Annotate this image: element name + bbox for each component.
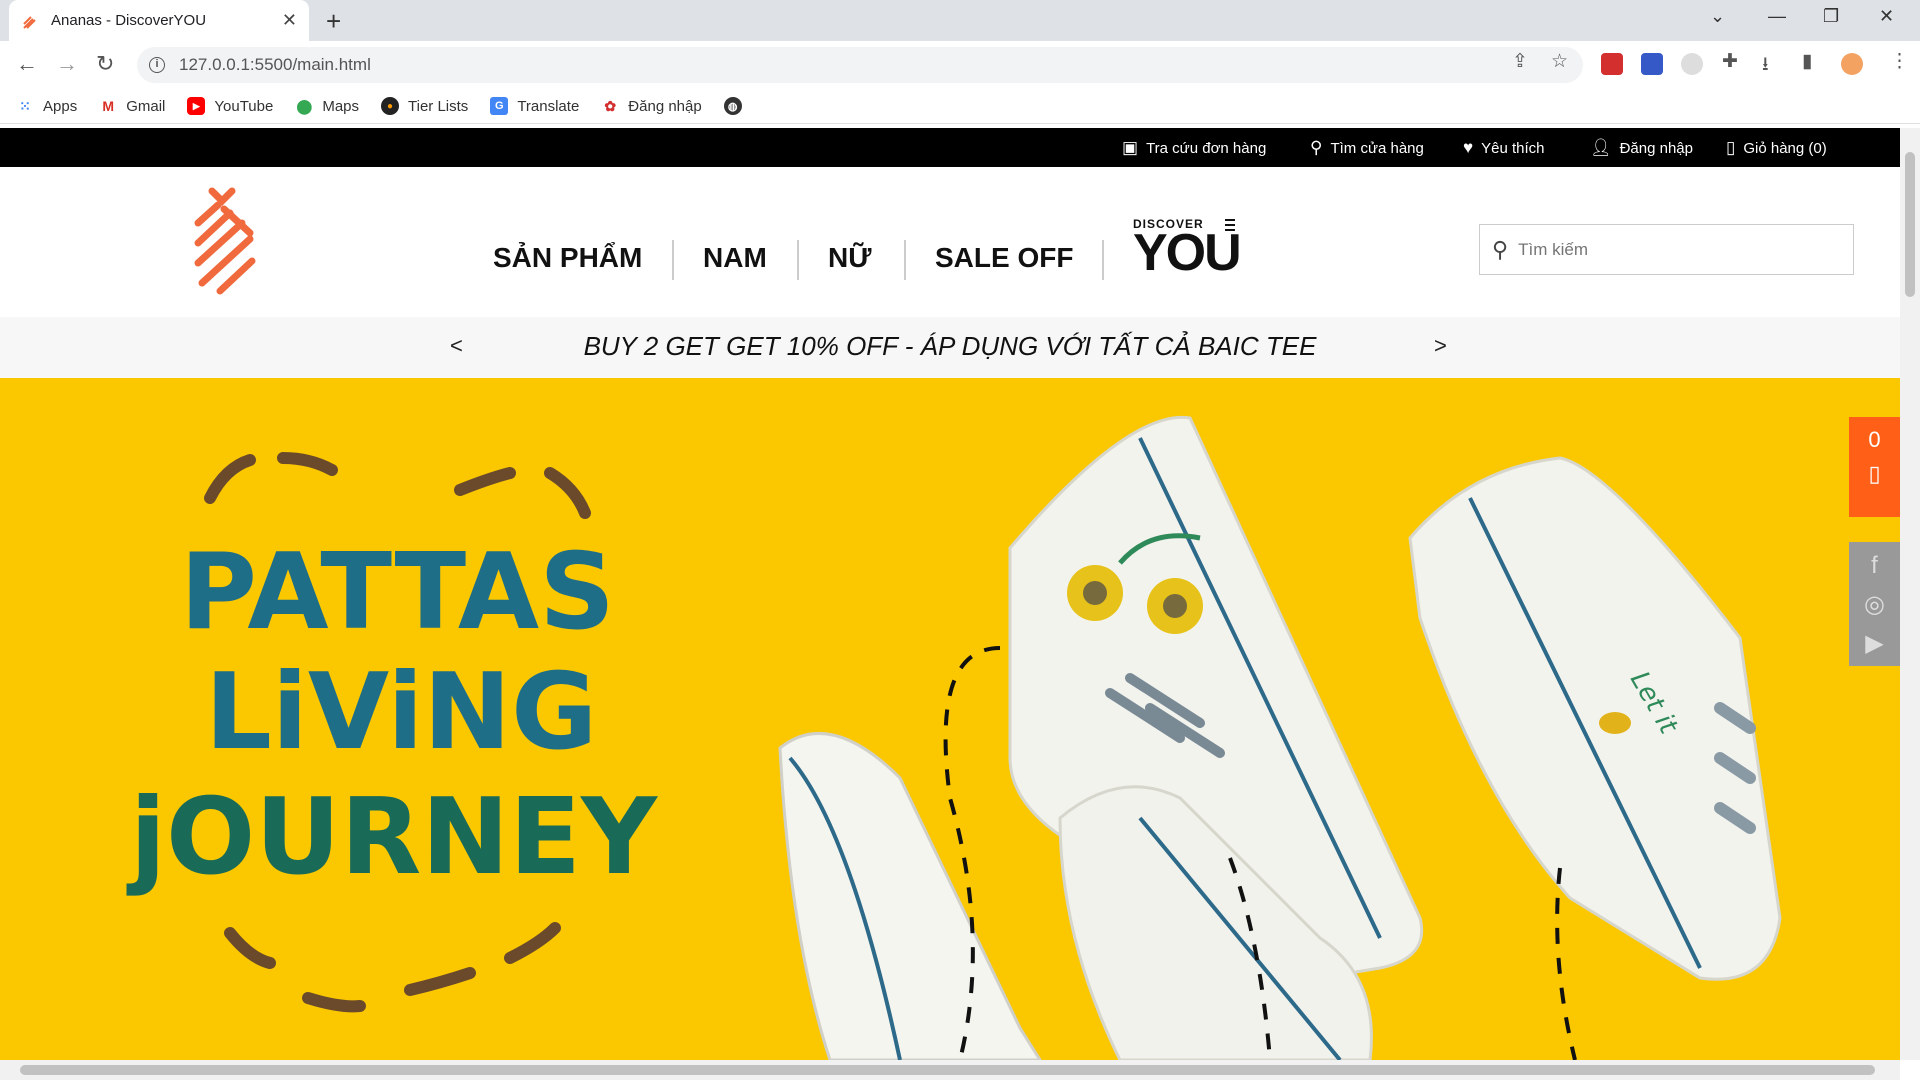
share-icon[interactable]: ⇪: [1512, 50, 1528, 73]
site-header: SẢN PHẨM NAM NỮ SALE OFF DISCOVER YOU ⚲: [0, 167, 1900, 317]
tab-search-icon[interactable]: ⌄: [1710, 6, 1725, 27]
apps-grid-icon: ⁙: [19, 97, 31, 114]
page-viewport: ▣ Tra cứu đơn hàng ⚲ Tìm cửa hàng ♥ Yêu thí…: [0, 128, 1900, 1060]
promo-next-button[interactable]: >: [1434, 333, 1447, 359]
utility-bar: ▣ Tra cứu đơn hàng ⚲ Tìm cửa hàng ♥ Yêu thí…: [0, 128, 1900, 167]
youtube-icon[interactable]: ▶: [1849, 629, 1900, 658]
site-info-icon[interactable]: i: [149, 57, 165, 73]
bookmark-apps[interactable]: ⁙ Apps: [16, 97, 77, 115]
horizontal-scroll-thumb[interactable]: [20, 1065, 1875, 1075]
vertical-scrollbar[interactable]: [1900, 128, 1920, 1060]
order-lookup-link[interactable]: ▣ Tra cứu đơn hàng: [1122, 138, 1266, 158]
bookmark-gmail[interactable]: M Gmail: [99, 97, 165, 115]
menu-divider: [797, 240, 799, 280]
youtube-icon: ▶: [187, 97, 206, 115]
menu-kebab-icon[interactable]: ⋮: [1890, 50, 1909, 73]
cart-icon: ▯: [1868, 461, 1881, 486]
user-icon: 👤︎: [1590, 138, 1612, 157]
reload-icon[interactable]: ↻: [96, 51, 114, 77]
gmail-icon: M: [102, 98, 115, 114]
instagram-icon[interactable]: ◎: [1849, 590, 1900, 619]
profile-avatar[interactable]: [1841, 53, 1863, 75]
bee-icon: [1599, 712, 1631, 734]
banner-line-3: jOURNEY: [126, 776, 659, 898]
menu-divider: [904, 240, 906, 280]
search-box[interactable]: ⚲: [1479, 224, 1854, 275]
box-icon: ▣: [1122, 138, 1139, 157]
bookmark-star-icon[interactable]: ☆: [1551, 50, 1568, 73]
tab-title: Ananas - DiscoverYOU: [51, 12, 207, 29]
sneaker-right: Let it: [1408, 456, 1782, 981]
hero-illustration: PATTAS LiViNG jOURNEY Let it: [126, 415, 1782, 1060]
bookmark-globe[interactable]: ◍: [723, 97, 751, 115]
bookmark-youtube[interactable]: ▶ YouTube: [187, 97, 273, 115]
bookmark-maps[interactable]: ⬤ Maps: [295, 97, 359, 115]
horizontal-scrollbar[interactable]: [0, 1060, 1900, 1080]
banner-line-2: LiViNG: [205, 651, 597, 773]
menu-women[interactable]: NỮ: [828, 242, 871, 274]
new-tab-icon[interactable]: +: [326, 6, 341, 37]
favorites-link[interactable]: ♥ Yêu thích: [1463, 138, 1544, 158]
login-link[interactable]: 👤︎ Đăng nhập: [1590, 138, 1693, 158]
close-window-icon[interactable]: ✕: [1879, 6, 1894, 27]
store-finder-link[interactable]: ⚲ Tìm cửa hàng: [1310, 138, 1424, 158]
translate-icon: G: [490, 97, 509, 115]
browser-tab[interactable]: Ananas - DiscoverYOU ✕: [9, 0, 309, 41]
url-text: 127.0.0.1:5500/main.html: [179, 55, 371, 74]
ananas-logo[interactable]: [190, 185, 260, 297]
bookmark-login[interactable]: ✿ Đăng nhập: [601, 97, 701, 115]
side-panel-icon[interactable]: ▮: [1802, 50, 1812, 73]
browser-tab-strip: Ananas - DiscoverYOU ✕ + ⌄ — ❐ ✕: [0, 0, 1920, 41]
location-pin-icon: ⚲: [1310, 138, 1323, 157]
hero-banner[interactable]: PATTAS LiViNG jOURNEY Let it: [0, 378, 1900, 1060]
browser-toolbar: ← → ↻ i 127.0.0.1:5500/main.html ⇪ ☆ ✚ ⭳…: [0, 41, 1920, 89]
menu-men[interactable]: NAM: [703, 242, 767, 274]
close-tab-icon[interactable]: ✕: [282, 10, 297, 31]
forward-icon[interactable]: →: [56, 51, 78, 77]
promo-text: BUY 2 GET GET 10% OFF - ÁP DỤNG VỚI TẤT …: [583, 331, 1317, 361]
bookmark-tier-lists[interactable]: ● Tier Lists: [381, 97, 468, 115]
vertical-scroll-thumb[interactable]: [1905, 152, 1915, 297]
login-site-icon: ✿: [604, 97, 617, 114]
extension-red-icon[interactable]: [1601, 53, 1623, 75]
minimize-icon[interactable]: —: [1768, 6, 1786, 27]
banner-line-1: PATTAS: [180, 531, 615, 653]
discover-you-logo[interactable]: DISCOVER YOU: [1133, 217, 1242, 279]
menu-divider: [1102, 240, 1104, 280]
extension-compass-icon[interactable]: [1681, 53, 1703, 75]
bookmark-translate[interactable]: G Translate: [490, 97, 579, 115]
menu-divider: [672, 240, 674, 280]
pineapple-favicon-icon: [23, 15, 36, 29]
tier-lists-icon: ●: [381, 97, 400, 115]
menu-products[interactable]: SẢN PHẨM: [493, 242, 642, 274]
cart-link[interactable]: ▯ Giỏ hàng (0): [1726, 138, 1827, 158]
heart-icon: ♥: [1463, 138, 1474, 157]
search-input[interactable]: [1518, 239, 1819, 260]
sneaker-left: [778, 732, 1042, 1060]
discover-lines-icon: [1225, 219, 1247, 234]
floating-cart-count: 0: [1868, 427, 1881, 452]
floating-cart-button[interactable]: 0 ▯: [1849, 417, 1900, 517]
download-icon[interactable]: ⭳: [1762, 50, 1769, 82]
maps-pin-icon: ⬤: [296, 97, 313, 114]
promo-strip: < BUY 2 GET GET 10% OFF - ÁP DỤNG VỚI TẤ…: [0, 317, 1900, 378]
extensions-puzzle-icon[interactable]: ✚: [1722, 50, 1738, 73]
floating-social-bar: f ◎ ▶: [1849, 542, 1900, 666]
facebook-icon[interactable]: f: [1849, 552, 1900, 580]
restore-icon[interactable]: ❐: [1823, 6, 1839, 27]
bookmarks-bar: ⁙ Apps M Gmail ▶ YouTube ⬤ Maps ● Tier Lists …: [0, 89, 1920, 124]
address-bar[interactable]: i 127.0.0.1:5500/main.html: [137, 47, 1583, 83]
globe-icon: ◍: [723, 97, 742, 115]
back-icon[interactable]: ←: [16, 51, 38, 77]
search-icon: ⚲: [1492, 236, 1509, 262]
menu-sale-off[interactable]: SALE OFF: [935, 242, 1073, 274]
extension-blue-icon[interactable]: [1641, 53, 1663, 75]
cart-icon: ▯: [1726, 138, 1736, 157]
